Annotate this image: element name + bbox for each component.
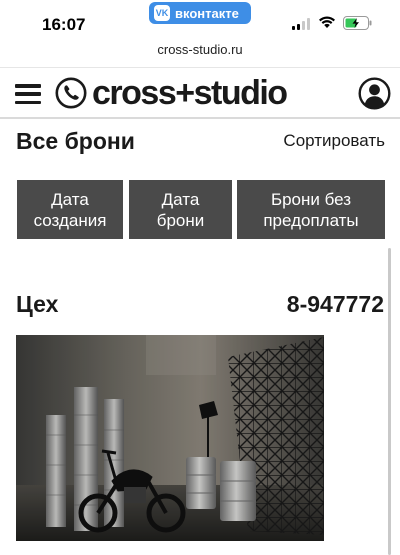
back-to-app-pill[interactable]: VK вконтакте bbox=[149, 2, 251, 24]
status-bar: 16:07 VK вконтакте bbox=[0, 0, 400, 40]
wifi-icon bbox=[319, 16, 335, 28]
cellular-signal-icon bbox=[292, 18, 310, 30]
filter-created-date-label: Дата создания bbox=[33, 189, 107, 230]
user-icon[interactable] bbox=[358, 77, 391, 110]
filter-created-date-button[interactable]: Дата создания bbox=[17, 180, 123, 239]
brand-logo[interactable]: cross+studio bbox=[92, 74, 288, 112]
filter-no-prepayment-label: Брони без предоплаты bbox=[263, 189, 359, 230]
page-title: Все брони bbox=[16, 128, 135, 154]
studio-name: Цех bbox=[16, 291, 59, 317]
studio-photo[interactable] bbox=[16, 335, 324, 541]
filter-booking-date-label: Дата брони bbox=[156, 189, 205, 230]
status-time: 16:07 bbox=[42, 15, 86, 34]
filter-booking-date-button[interactable]: Дата брони bbox=[129, 180, 232, 239]
filter-row: Дата создания Дата брони Брони без предо… bbox=[17, 180, 385, 239]
browser-url[interactable]: cross-studio.ru bbox=[0, 42, 400, 57]
site-header: cross+studio bbox=[0, 67, 400, 119]
filter-no-prepayment-button[interactable]: Брони без предоплаты bbox=[237, 180, 385, 239]
phone-icon[interactable] bbox=[55, 77, 87, 109]
back-to-app-label: вконтакте bbox=[175, 5, 239, 21]
sort-button[interactable]: Сортировать bbox=[283, 131, 385, 151]
battery-charging-icon bbox=[343, 16, 372, 30]
scrollbar[interactable] bbox=[388, 248, 391, 555]
menu-icon[interactable] bbox=[15, 84, 41, 104]
vk-logo-icon: VK bbox=[154, 5, 170, 21]
booking-phone[interactable]: 8-947772 bbox=[287, 291, 384, 318]
